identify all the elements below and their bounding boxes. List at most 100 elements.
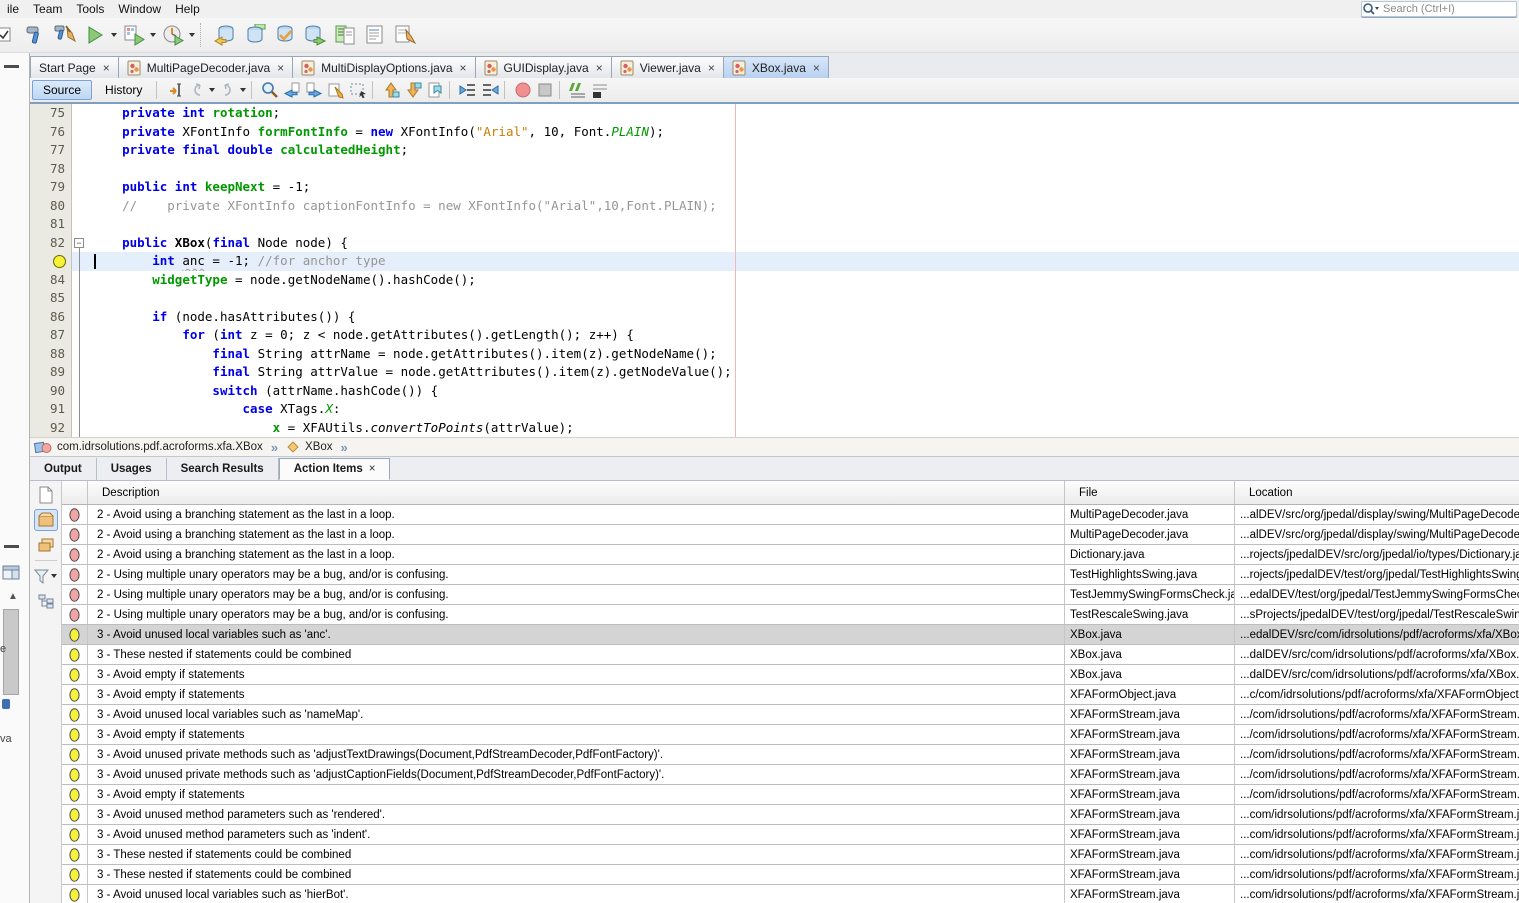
back-dropdown[interactable]: [208, 80, 217, 100]
code-line[interactable]: 78: [30, 160, 1519, 179]
code-fold-collapse-icon[interactable]: −: [74, 238, 84, 248]
tab-xbox-java[interactable]: XBox.java×: [723, 56, 829, 78]
db-export-button[interactable]: [302, 22, 328, 48]
source-view-button[interactable]: Source: [32, 80, 92, 100]
code-line[interactable]: 85: [30, 289, 1519, 308]
table-row[interactable]: 3 - Avoid empty if statementsXFAFormStre…: [62, 725, 1519, 745]
table-row[interactable]: 2 - Avoid using a branching statement as…: [62, 525, 1519, 545]
next-occurrence-button[interactable]: [303, 80, 325, 100]
search-icon[interactable]: [1362, 2, 1380, 16]
table-row[interactable]: 3 - Avoid unused local variables such as…: [62, 885, 1519, 903]
file-button[interactable]: [34, 484, 58, 506]
comment-button[interactable]: [567, 80, 589, 100]
menu-window[interactable]: Window: [111, 1, 168, 17]
table-row[interactable]: 3 - Avoid unused private methods such as…: [62, 745, 1519, 765]
breadcrumb-item[interactable]: XBox: [282, 440, 337, 454]
diff-button[interactable]: [332, 22, 358, 48]
tab-close-icon[interactable]: ×: [101, 61, 110, 75]
run-dropdown[interactable]: [110, 22, 119, 48]
scroll-up-icon[interactable]: ▲: [8, 591, 18, 602]
next-bookmark-button[interactable]: [402, 80, 424, 100]
table-row[interactable]: 3 - Avoid unused local variables such as…: [62, 625, 1519, 645]
rect-selection-button[interactable]: [347, 80, 369, 100]
code-line[interactable]: 86 if (node.hasAttributes()) {: [30, 308, 1519, 327]
tab-multidisplayoptions-java[interactable]: MultiDisplayOptions.java×: [292, 56, 475, 78]
table-row[interactable]: 3 - Avoid unused method parameters such …: [62, 825, 1519, 845]
code-line[interactable]: 91 case XTags.X:: [30, 400, 1519, 419]
tab-viewer-java[interactable]: Viewer.java×: [611, 56, 724, 78]
tab-start-page[interactable]: Start Page×: [30, 56, 119, 78]
debug-dropdown[interactable]: [149, 22, 158, 48]
code-line[interactable]: 84 widgetType = node.getNodeName().hashC…: [30, 271, 1519, 290]
code-line[interactable]: 81: [30, 215, 1519, 234]
table-row[interactable]: 3 - Avoid empty if statementsXFAFormStre…: [62, 785, 1519, 805]
dock-window-icon[interactable]: [2, 565, 21, 586]
forward-button[interactable]: [217, 80, 239, 100]
menu-help[interactable]: Help: [168, 1, 207, 17]
forward-dropdown[interactable]: [239, 80, 248, 100]
profile-button[interactable]: [160, 22, 186, 48]
db-new-button[interactable]: [242, 22, 268, 48]
profile-dropdown[interactable]: [188, 22, 197, 48]
minimize-button[interactable]: [4, 65, 19, 68]
table-row[interactable]: 2 - Using multiple unary operators may b…: [62, 585, 1519, 605]
breadcrumb-item[interactable]: com.idrsolutions.pdf.acroforms.xfa.XBox: [30, 439, 267, 455]
toggle-bookmark-button[interactable]: [424, 80, 446, 100]
tab-close-icon[interactable]: ×: [594, 61, 603, 75]
code-line[interactable]: 89 final String attrValue = node.getAttr…: [30, 363, 1519, 382]
table-row[interactable]: 2 - Using multiple unary operators may b…: [62, 605, 1519, 625]
code-line[interactable]: 77 private final double calculatedHeight…: [30, 141, 1519, 160]
table-row[interactable]: 3 - These nested if statements could be …: [62, 645, 1519, 665]
bottom-tab-action-items[interactable]: Action Items×: [279, 458, 391, 480]
table-row[interactable]: 2 - Avoid using a branching statement as…: [62, 505, 1519, 525]
tab-close-icon[interactable]: ×: [458, 61, 467, 75]
tab-close-icon[interactable]: ×: [811, 61, 820, 75]
clean-doc-button[interactable]: [392, 22, 418, 48]
uncomment-button[interactable]: [589, 80, 611, 100]
prev-bookmark-button[interactable]: [380, 80, 402, 100]
find-selection-button[interactable]: [259, 80, 281, 100]
code-line[interactable]: 75 private int rotation;: [30, 104, 1519, 123]
tab-guidisplay-java[interactable]: GUIDisplay.java×: [475, 56, 612, 78]
table-row[interactable]: 3 - These nested if statements could be …: [62, 865, 1519, 885]
table-row[interactable]: 2 - Avoid using a branching statement as…: [62, 545, 1519, 565]
tab-close-icon[interactable]: ×: [275, 61, 284, 75]
run-button[interactable]: [82, 22, 108, 48]
quick-search[interactable]: Search (Ctrl+I): [1361, 1, 1517, 17]
table-row[interactable]: 2 - Using multiple unary operators may b…: [62, 565, 1519, 585]
minimize-button[interactable]: [4, 545, 19, 548]
code-line[interactable]: int anc = -1; //for anchor type: [30, 252, 1519, 271]
tab-multipagedecoder-java[interactable]: MultiPageDecoder.java×: [118, 56, 293, 78]
table-row[interactable]: 3 - Avoid unused method parameters such …: [62, 805, 1519, 825]
bottom-tab-usages[interactable]: Usages: [97, 458, 167, 480]
header-file[interactable]: File: [1065, 481, 1235, 504]
bottom-tab-search-results[interactable]: Search Results: [167, 458, 279, 480]
filter-button[interactable]: [34, 565, 58, 587]
code-line[interactable]: 90 switch (attrName.hashCode()) {: [30, 382, 1519, 401]
box-button[interactable]: [34, 509, 58, 531]
code-line[interactable]: 92 x = XFAUtils.convertToPoints(attrValu…: [30, 419, 1519, 438]
checkbox-button[interactable]: [0, 22, 18, 48]
table-row[interactable]: 3 - Avoid unused local variables such as…: [62, 705, 1519, 725]
menu-ile[interactable]: ile: [0, 1, 26, 17]
history-view-button[interactable]: History: [94, 80, 153, 100]
table-row[interactable]: 3 - Avoid unused private methods such as…: [62, 765, 1519, 785]
header-location[interactable]: Location: [1235, 481, 1519, 504]
code-line[interactable]: 80 // private XFontInfo captionFontInfo …: [30, 197, 1519, 216]
record-macro-button[interactable]: [512, 80, 534, 100]
menu-team[interactable]: Team: [26, 1, 69, 17]
code-line[interactable]: 76 private XFontInfo formFontInfo = new …: [30, 123, 1519, 142]
table-row[interactable]: 3 - Avoid empty if statementsXBox.java..…: [62, 665, 1519, 685]
bottom-tab-output[interactable]: Output: [30, 458, 97, 480]
header-severity[interactable]: [62, 481, 88, 504]
code-line[interactable]: 88 final String attrName = node.getAttri…: [30, 345, 1519, 364]
boxes-button[interactable]: [34, 534, 58, 556]
back-button[interactable]: [186, 80, 208, 100]
db-fetch-button[interactable]: [212, 22, 238, 48]
debug-button[interactable]: [121, 22, 147, 48]
shift-right-button[interactable]: [479, 80, 501, 100]
code-line[interactable]: 82 public XBox(final Node node) {: [30, 234, 1519, 253]
tab-close-icon[interactable]: ×: [706, 61, 715, 75]
header-description[interactable]: Description: [88, 481, 1065, 504]
list-button[interactable]: [362, 22, 388, 48]
